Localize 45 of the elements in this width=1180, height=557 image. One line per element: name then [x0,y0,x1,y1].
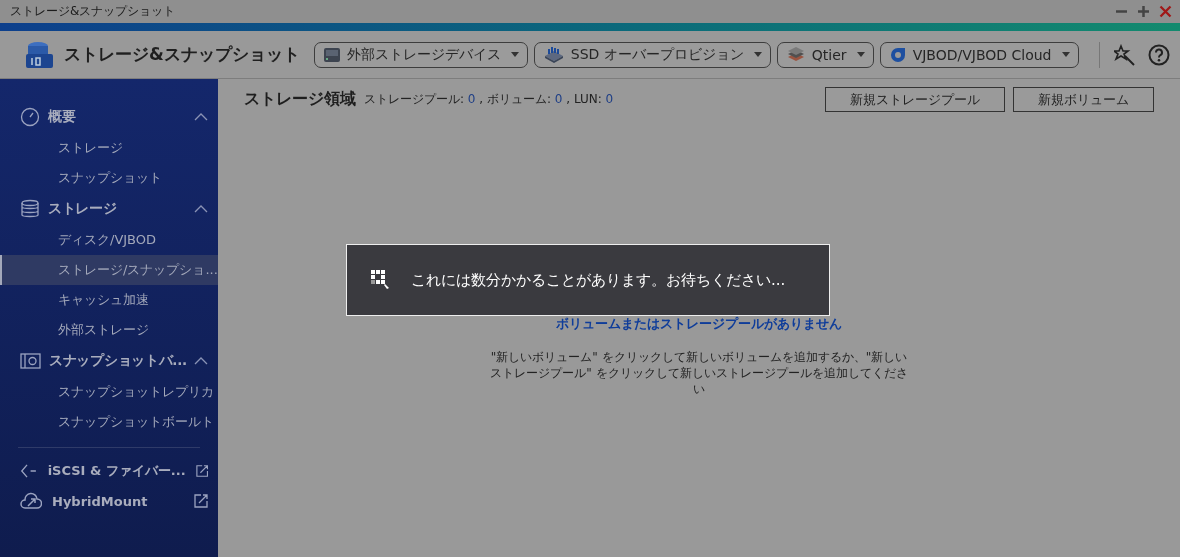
sidebar-item[interactable]: ディスク/VJBOD [0,225,218,255]
dropdown-button[interactable]: Qtier [776,41,874,68]
sidebar-section[interactable]: 概要 [48,108,186,126]
chevron-icon[interactable] [194,113,208,121]
dropdown-button[interactable]: VJBOD/VJBOD Cloud [879,41,1079,68]
summary-text: ストレージプール: 0 , ボリューム: 0 , LUN: 0 [364,91,615,108]
close-icon[interactable] [1159,5,1172,18]
window-title: ストレージ&スナップショット [10,3,177,20]
dropdown-button[interactable]: SSD オーバープロビジョン [533,41,771,68]
drop-icon [888,45,907,64]
sidebar-section[interactable]: ストレージ [48,200,186,218]
gauge-icon [20,107,40,127]
external-link-icon[interactable] [194,494,208,508]
sidebar-link[interactable]: iSCSI & ファイバー... [47,462,186,480]
app-title: ストレージ&スナップショット [64,43,300,66]
sidebar-item[interactable]: 外部ストレージ [0,315,218,345]
sidebar-item[interactable]: ストレージ [0,133,218,163]
action-button[interactable]: 新規ストレージプール [825,87,1005,112]
loading-message: これには数分かかることがあります。お待ちください... [411,270,786,290]
help-icon[interactable] [1147,43,1170,66]
cloud-icon [20,492,42,510]
magic-wand-icon[interactable] [1113,43,1136,66]
sidebar-section[interactable]: スナップショットバ... [49,352,186,370]
empty-description: "新しいボリューム" をクリックして新しいボリュームを追加するか、"新しいストレージプール" をクリックして新しいストレージプールを追加してください [489,349,909,397]
action-button[interactable]: 新規ボリューム [1013,87,1154,112]
chip-icon [542,45,565,64]
chevron-icon[interactable] [194,205,208,213]
drive-icon [322,46,341,63]
database-icon [26,40,54,69]
sidebar-item[interactable]: スナップショットレプリカ [0,377,218,407]
camera-icon [20,352,41,370]
loading-icon [371,270,391,290]
maximize-icon[interactable] [1137,5,1150,18]
sidebar-item[interactable]: ストレージ/スナップショ... [0,255,218,285]
chevron-icon[interactable] [194,357,208,365]
sidebar-item[interactable]: スナップショット [0,163,218,193]
section-title: ストレージ領域 [244,89,356,108]
dropdown-button[interactable]: 外部ストレージデバイス [313,41,528,68]
sidebar-item[interactable]: スナップショットボールト [0,407,218,437]
sidebar-link[interactable]: HybridMount [52,493,184,509]
sidebar-item[interactable]: キャッシュ加速 [0,285,218,315]
empty-title: ボリュームまたはストレージプールがありません [556,315,842,333]
connector-icon [20,462,38,480]
external-link-icon[interactable] [195,464,208,478]
database-icon [20,199,40,219]
